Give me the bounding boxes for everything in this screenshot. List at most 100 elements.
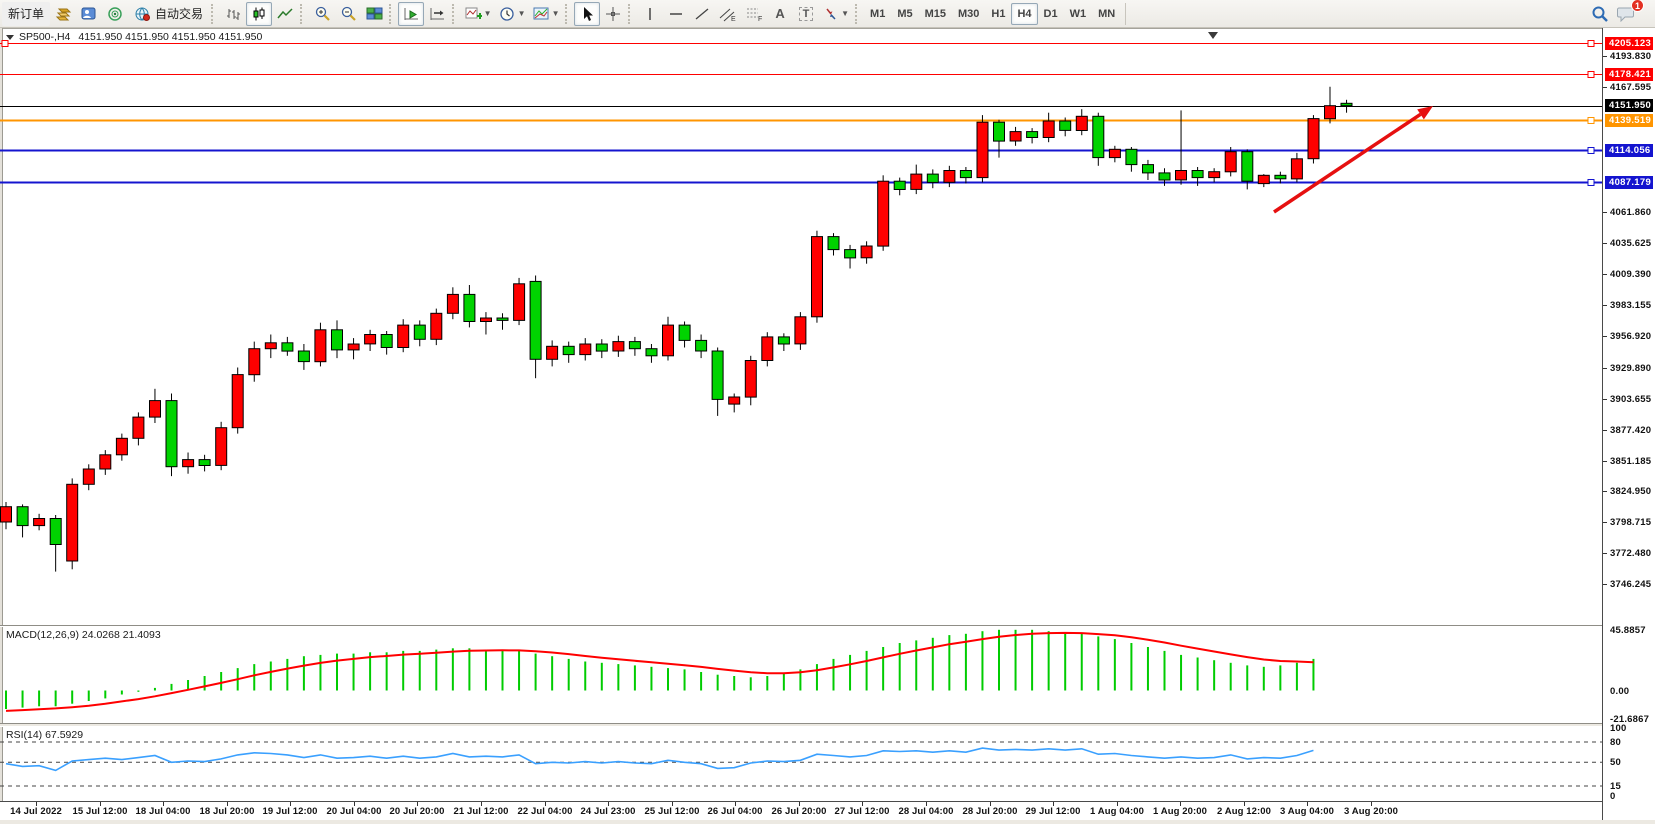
timeframe-button-m1[interactable]: M1	[864, 3, 891, 25]
horizontal-line-button[interactable]	[663, 2, 689, 26]
timeframe-button-w1[interactable]: W1	[1064, 3, 1093, 25]
zoom-in-button[interactable]	[309, 2, 335, 26]
equidistant-channel-button[interactable]: E	[715, 2, 741, 26]
bar-chart-button[interactable]	[220, 2, 246, 26]
chat-button[interactable]: 1	[1613, 2, 1639, 26]
macd-pane[interactable]	[0, 627, 1602, 723]
price-tick-mark	[1603, 336, 1607, 337]
dropdown-arrow-icon: ▼	[841, 9, 849, 18]
tile-windows-icon	[366, 6, 383, 22]
toolbar-grip	[628, 4, 632, 24]
time-tick-label: 1 Aug 20:00	[1153, 806, 1207, 817]
chart-shift-marker[interactable]	[1208, 32, 1218, 39]
text-icon: A	[775, 6, 784, 21]
periods-icon	[499, 6, 516, 22]
data-window-icon	[106, 6, 124, 22]
rsi-axis-label: 50	[1610, 757, 1621, 768]
macd-label: MACD(12,26,9) 24.0268 21.4093	[6, 629, 161, 641]
line-handle[interactable]	[1588, 148, 1594, 154]
macd-canvas[interactable]	[0, 627, 1602, 723]
auto-scroll-button[interactable]	[398, 2, 424, 26]
line-handle[interactable]	[1588, 41, 1594, 47]
main-chart-canvas[interactable]	[0, 30, 1602, 625]
timeframe-button-h4[interactable]: H4	[1011, 3, 1037, 25]
chart-shift-icon	[429, 6, 446, 22]
crosshair-icon	[605, 6, 621, 22]
text-label-button[interactable]: T	[793, 2, 819, 26]
timeframe-button-m5[interactable]: M5	[891, 3, 918, 25]
main-chart-pane[interactable]	[0, 30, 1602, 625]
horizontal-line-icon	[668, 6, 684, 22]
price-tick-label: 4009.390	[1610, 269, 1651, 280]
price-tick-mark	[1603, 274, 1607, 275]
new-order-button[interactable]: 新订单	[2, 2, 50, 26]
price-axis[interactable]: 4193.8304167.5954061.8604035.6254009.390…	[1602, 28, 1655, 820]
main-toolbar: 新订单 自动交易	[0, 0, 1655, 28]
fibonacci-button[interactable]: F	[741, 2, 767, 26]
data-window-button[interactable]	[102, 2, 128, 26]
profile-button[interactable]	[76, 2, 102, 26]
text-label-icon: T	[799, 7, 814, 21]
price-tick-mark	[1603, 368, 1607, 369]
market-watch-button[interactable]	[50, 2, 76, 26]
dropdown-arrow-icon: ▼	[518, 9, 526, 18]
line-handle[interactable]	[1588, 72, 1594, 78]
time-tick-label: 18 Jul 20:00	[199, 806, 254, 817]
cursor-icon	[580, 6, 594, 22]
timeframe-button-m30[interactable]: M30	[952, 3, 985, 25]
time-tick-label: 3 Aug 04:00	[1280, 806, 1334, 817]
price-tick-label: 3877.420	[1610, 425, 1651, 436]
cursor-button[interactable]	[574, 2, 600, 26]
toolbar-grip	[565, 4, 569, 24]
timeframe-button-mn[interactable]: MN	[1092, 3, 1121, 25]
bar-chart-icon	[225, 6, 241, 22]
line-chart-icon	[277, 6, 293, 22]
tile-windows-button[interactable]	[361, 2, 387, 26]
autotrading-label: 自动交易	[155, 5, 203, 22]
trendline-button[interactable]	[689, 2, 715, 26]
timeframe-button-h1[interactable]: H1	[985, 3, 1011, 25]
timeframe-button-d1[interactable]: D1	[1038, 3, 1064, 25]
line-handle[interactable]	[1588, 118, 1594, 124]
indicators-button[interactable]: ▼	[461, 2, 495, 26]
time-tick-label: 22 Jul 04:00	[517, 806, 572, 817]
rsi-pane[interactable]	[0, 727, 1602, 801]
price-tick-mark	[1603, 305, 1607, 306]
line-handle[interactable]	[1588, 180, 1594, 186]
zoom-out-button[interactable]	[335, 2, 361, 26]
time-tick-label: 27 Jul 12:00	[834, 806, 889, 817]
price-tick-mark	[1603, 553, 1607, 554]
rsi-canvas[interactable]	[0, 727, 1602, 801]
timeframe-button-m15[interactable]: M15	[919, 3, 952, 25]
vertical-line-button[interactable]	[637, 2, 663, 26]
periods-button[interactable]: ▼	[495, 2, 529, 26]
search-icon	[1591, 5, 1609, 23]
price-tick-label: 4061.860	[1610, 207, 1651, 218]
indicators-icon	[465, 6, 482, 22]
one-click-trading-toggle-icon[interactable]	[6, 35, 14, 40]
price-tick-label: 3983.155	[1610, 300, 1651, 311]
candlestick-chart-button[interactable]	[246, 2, 272, 26]
time-tick-label: 21 Jul 12:00	[453, 806, 508, 817]
time-tick-label: 3 Aug 20:00	[1344, 806, 1398, 817]
price-tick-label: 3746.245	[1610, 579, 1651, 590]
autotrading-button[interactable]: 自动交易	[128, 2, 209, 26]
crosshair-button[interactable]	[600, 2, 626, 26]
price-level-badge: 4205.123	[1605, 37, 1653, 50]
price-tick-mark	[1603, 243, 1607, 244]
arrows-icon	[823, 6, 839, 22]
text-button[interactable]: A	[767, 2, 793, 26]
time-axis[interactable]: 14 Jul 202215 Jul 12:0018 Jul 04:0018 Ju…	[0, 801, 1602, 820]
arrows-button[interactable]: ▼	[819, 2, 853, 26]
price-level-badge: 4151.950	[1605, 99, 1653, 112]
price-level-badge: 4178.421	[1605, 68, 1653, 81]
time-tick-label: 24 Jul 23:00	[580, 806, 635, 817]
toolbar-grip	[300, 4, 304, 24]
search-button[interactable]	[1587, 2, 1613, 26]
time-tick-label: 26 Jul 20:00	[771, 806, 826, 817]
templates-button[interactable]: ▼	[529, 2, 563, 26]
line-chart-button[interactable]	[272, 2, 298, 26]
chart-shift-button[interactable]	[424, 2, 450, 26]
price-tick-mark	[1603, 430, 1607, 431]
price-tick-mark	[1603, 56, 1607, 57]
